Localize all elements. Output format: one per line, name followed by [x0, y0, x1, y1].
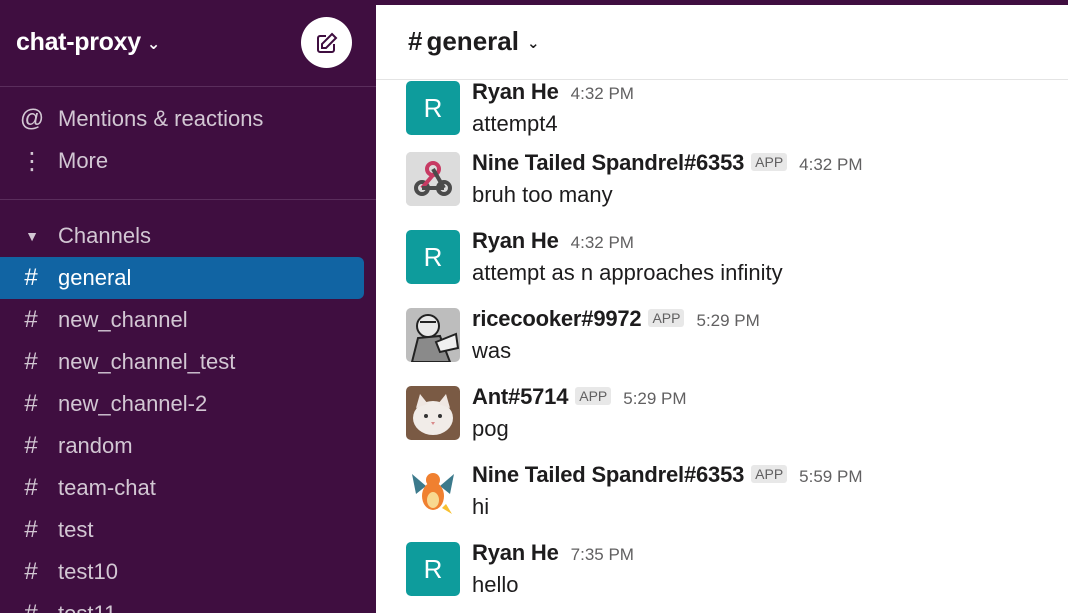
message[interactable]: Ant#5714 APP 5:29 PM pog	[406, 384, 1046, 456]
channel-name: test11	[58, 601, 116, 613]
divider	[0, 199, 376, 200]
channel-title-button[interactable]: # general ⌄	[408, 26, 540, 57]
nav-mentions-label: Mentions & reactions	[58, 106, 264, 131]
message-author[interactable]: Ant#5714	[472, 384, 568, 410]
chevron-down-icon: ⌄	[526, 35, 540, 52]
message-text: attempt as n approaches infinity	[472, 260, 783, 285]
message-author[interactable]: ricecooker#9972	[472, 306, 642, 332]
channels-section-toggle[interactable]: ▼ Channels	[0, 216, 376, 256]
avatar[interactable]: R	[406, 542, 460, 596]
hash-icon: #	[0, 600, 58, 613]
hash-icon: #	[24, 306, 38, 333]
message-text: pog	[472, 416, 509, 441]
channel-name: team-chat	[58, 475, 156, 500]
message[interactable]: Nine Tailed Spandrel#6353 APP 4:32 PM br…	[406, 150, 1046, 222]
channel-item-new-channel-2[interactable]: # new_channel-2	[0, 383, 364, 425]
app-badge: APP	[648, 309, 685, 327]
compose-button[interactable]	[301, 17, 352, 68]
app-badge: APP	[751, 153, 788, 171]
kitten-avatar[interactable]	[406, 386, 460, 440]
workspace-name-button[interactable]: chat-proxy ⌄	[16, 28, 160, 57]
channel-name: test	[58, 517, 94, 542]
channel-header: # general ⌄	[376, 5, 1068, 80]
channel-item-random[interactable]: # random	[0, 425, 364, 467]
channel-name: random	[58, 433, 133, 458]
hash-icon: #	[24, 390, 38, 417]
channel-item-general[interactable]: # general	[0, 257, 364, 299]
message-time[interactable]: 4:32 PM	[571, 84, 634, 104]
message-author[interactable]: Ryan He	[472, 540, 559, 566]
manga-avatar[interactable]	[406, 308, 460, 362]
charizard-avatar[interactable]	[406, 464, 460, 518]
channel-item-new-channel-test[interactable]: # new_channel_test	[0, 341, 364, 383]
message-author[interactable]: Nine Tailed Spandrel#6353	[472, 462, 744, 488]
at-icon: @	[19, 105, 45, 132]
channel-name: new_channel	[58, 307, 188, 332]
message-author[interactable]: Nine Tailed Spandrel#6353	[472, 150, 744, 176]
hash-icon: #	[24, 432, 38, 459]
hash-icon: #	[24, 348, 38, 375]
message-time[interactable]: 5:59 PM	[799, 467, 862, 487]
message-time[interactable]: 4:32 PM	[571, 233, 634, 253]
message-list[interactable]: R Ryan He 4:32 PM attempt4 Nine Tailed S…	[376, 5, 1068, 613]
channel-name: new_channel-2	[58, 391, 208, 416]
channel-item-test10[interactable]: # test10	[0, 551, 364, 593]
compose-icon	[316, 32, 337, 53]
channel-name: general	[58, 265, 132, 290]
hash-icon: #	[24, 474, 38, 501]
channel-name: new_channel_test	[58, 349, 236, 374]
hash-icon: #	[24, 558, 38, 585]
avatar[interactable]: R	[406, 81, 460, 135]
message[interactable]: R Ryan He 4:32 PM attempt as n approache…	[406, 228, 1046, 300]
message[interactable]: ricecooker#9972 APP 5:29 PM was	[406, 306, 1046, 378]
channel-title: general	[426, 26, 519, 56]
workspace-header[interactable]: chat-proxy ⌄	[0, 0, 376, 86]
message[interactable]: R Ryan He 7:35 PM hello	[406, 540, 1046, 612]
hash-icon: #	[24, 264, 38, 291]
app-badge: APP	[575, 387, 612, 405]
message-time[interactable]: 7:35 PM	[571, 545, 634, 565]
more-vertical-icon: ⋮	[20, 147, 44, 175]
message-time[interactable]: 5:29 PM	[696, 311, 759, 331]
hash-icon: #	[408, 26, 423, 56]
webhook-icon[interactable]	[406, 152, 460, 206]
channel-item-new-channel[interactable]: # new_channel	[0, 299, 364, 341]
chevron-down-icon: ⌄	[146, 35, 160, 53]
divider	[0, 86, 376, 87]
channels-section-label: Channels	[58, 223, 151, 248]
channel-item-test11[interactable]: # test11	[0, 593, 364, 613]
avatar-letter: R	[423, 553, 443, 584]
sidebar: chat-proxy ⌄ @ Mentions & reactions ⋮ Mo…	[0, 0, 376, 613]
caret-down-icon: ▼	[25, 228, 39, 244]
message-text: bruh too many	[472, 182, 613, 207]
message-text: hi	[472, 494, 490, 519]
message-pane: R Ryan He 4:32 PM attempt4 Nine Tailed S…	[376, 5, 1068, 613]
hash-icon: #	[24, 516, 38, 543]
message[interactable]: R Ryan He 4:32 PM attempt4	[406, 79, 1046, 151]
avatar[interactable]: R	[406, 230, 460, 284]
message-text: attempt4	[472, 111, 558, 136]
message-time[interactable]: 4:32 PM	[799, 155, 862, 175]
nav-mentions[interactable]: @ Mentions & reactions	[0, 99, 376, 139]
nav-more[interactable]: ⋮ More	[0, 141, 376, 181]
message[interactable]: Nine Tailed Spandrel#6353 APP 5:59 PM hi	[406, 462, 1046, 534]
message-author[interactable]: Ryan He	[472, 79, 559, 105]
avatar-letter: R	[423, 241, 443, 272]
channel-item-team-chat[interactable]: # team-chat	[0, 467, 364, 509]
avatar-letter: R	[423, 92, 443, 123]
channel-item-test[interactable]: # test	[0, 509, 364, 551]
nav-more-label: More	[58, 148, 109, 173]
message-author[interactable]: Ryan He	[472, 228, 559, 254]
workspace-name: chat-proxy	[16, 28, 141, 56]
message-text: was	[472, 338, 512, 363]
channel-name: test10	[58, 559, 118, 584]
app-badge: APP	[751, 465, 788, 483]
message-time[interactable]: 5:29 PM	[623, 389, 686, 409]
message-text: hello	[472, 572, 519, 597]
